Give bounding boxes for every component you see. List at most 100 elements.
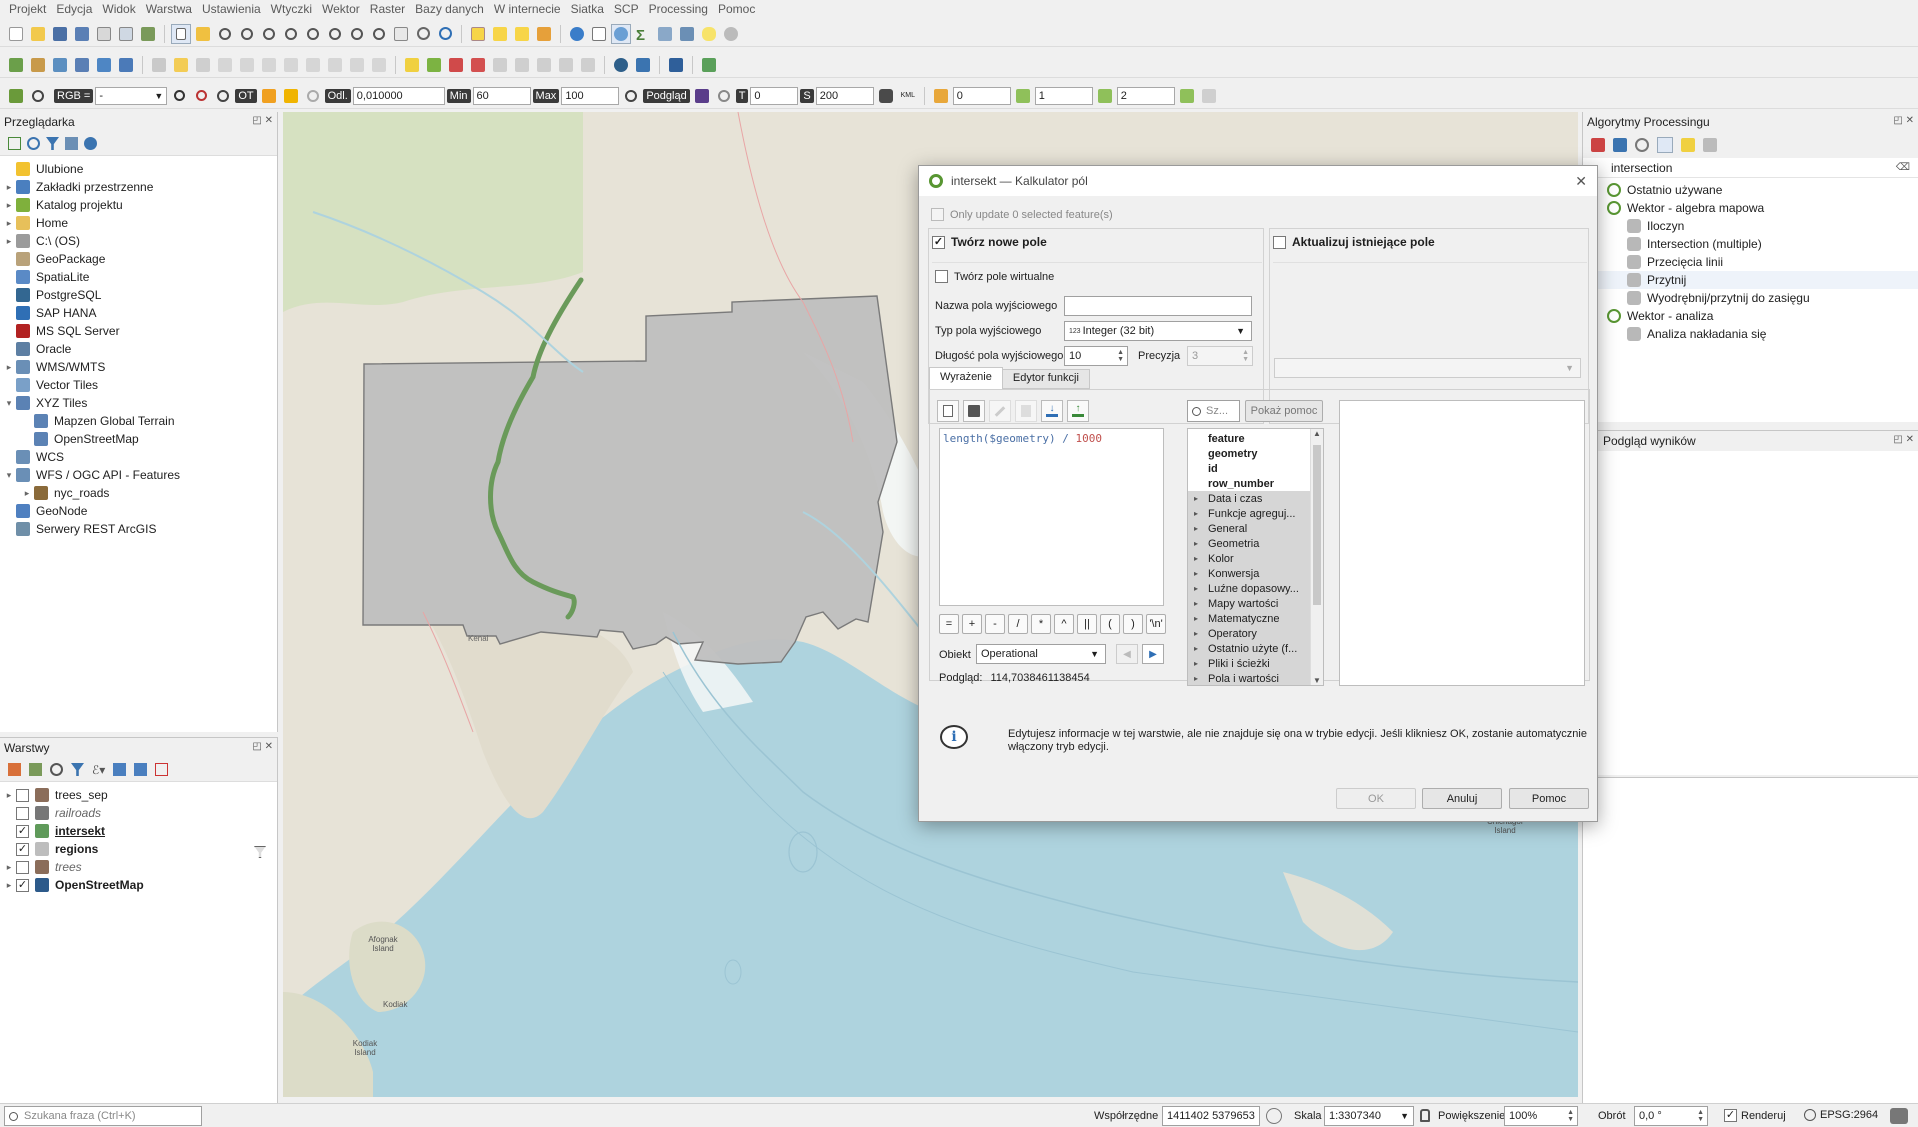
- export-icon[interactable]: ↑: [1067, 400, 1089, 422]
- roi-plus-icon[interactable]: [281, 86, 301, 106]
- kml-icon[interactable]: KML: [898, 86, 918, 106]
- menu-item[interactable]: Projekt: [4, 2, 51, 16]
- layer-item[interactable]: ▸ trees_sep: [0, 786, 277, 804]
- zoom-native-icon[interactable]: [325, 24, 345, 44]
- new-gpkg-layer-icon[interactable]: [28, 55, 48, 75]
- select-location-icon[interactable]: [534, 24, 554, 44]
- browser-item[interactable]: GeoPackage: [0, 250, 277, 268]
- menu-item[interactable]: Raster: [365, 2, 410, 16]
- georeferencer-icon[interactable]: [699, 55, 719, 75]
- function-group[interactable]: ▸ Data i czas: [1188, 491, 1323, 506]
- roi-2-icon[interactable]: [191, 86, 211, 106]
- layer-visibility-checkbox[interactable]: [16, 860, 29, 874]
- data-source-manager-icon[interactable]: [6, 55, 26, 75]
- add-group-icon[interactable]: [29, 763, 42, 776]
- layer-visibility-checkbox[interactable]: [16, 788, 29, 802]
- band-nav-3-icon[interactable]: [1177, 86, 1197, 106]
- processing-item[interactable]: Intersection (multiple): [1583, 235, 1918, 253]
- operator-button[interactable]: +: [962, 614, 982, 634]
- tab-functions[interactable]: Edytor funkcji: [1002, 369, 1090, 389]
- menu-item[interactable]: Wektor: [317, 2, 365, 16]
- expand-arrow-icon[interactable]: ▸: [2, 862, 16, 873]
- feature-select[interactable]: Operational ▼: [976, 644, 1106, 664]
- function-group[interactable]: ▸ Operatory: [1188, 626, 1323, 641]
- style-manager-icon[interactable]: [138, 24, 158, 44]
- function-item[interactable]: row_number: [1188, 476, 1323, 491]
- zoom-input-icon[interactable]: [28, 86, 48, 106]
- layer-item[interactable]: railroads: [0, 804, 277, 822]
- print-layout-icon[interactable]: [94, 24, 114, 44]
- history-icon[interactable]: [1635, 138, 1649, 152]
- band-input-1[interactable]: 0: [952, 86, 1011, 105]
- browser-item[interactable]: ▾ XYZ Tiles: [0, 394, 277, 412]
- identify-icon[interactable]: [567, 24, 587, 44]
- expand-arrow-icon[interactable]: ▸: [2, 218, 16, 229]
- layer-visibility-checkbox[interactable]: [16, 806, 29, 820]
- expand-arrow-icon[interactable]: ▸: [2, 362, 16, 373]
- close-panel-icon[interactable]: ◰ ✕: [1893, 434, 1914, 448]
- toggle-editing-icon[interactable]: [171, 55, 191, 75]
- add-raster-icon[interactable]: [94, 55, 114, 75]
- new-project-icon[interactable]: [6, 24, 26, 44]
- ot-label[interactable]: OT: [235, 88, 257, 103]
- browser-item[interactable]: SpatiaLite: [0, 268, 277, 286]
- diagram-icon[interactable]: [534, 55, 554, 75]
- select-value-icon[interactable]: [490, 24, 510, 44]
- preview-label[interactable]: Podgląd: [643, 88, 690, 103]
- filter-icon[interactable]: [71, 763, 84, 776]
- database-icon[interactable]: [876, 86, 896, 106]
- layout-manager-icon[interactable]: [116, 24, 136, 44]
- zoom-last-icon[interactable]: [347, 24, 367, 44]
- coord-toggle-icon[interactable]: [1266, 1108, 1282, 1124]
- processing-item[interactable]: Wektor - algebra mapowa: [1583, 199, 1918, 217]
- select-features-icon[interactable]: [468, 24, 488, 44]
- label-show-icon[interactable]: [446, 55, 466, 75]
- menu-item[interactable]: Ustawienia: [197, 2, 266, 16]
- info-icon[interactable]: [84, 137, 97, 150]
- zoom-selection-icon[interactable]: [281, 24, 301, 44]
- field-calculator-icon[interactable]: [611, 23, 631, 44]
- copy-icon[interactable]: [303, 55, 323, 75]
- pan-icon[interactable]: [171, 23, 191, 44]
- processing-search[interactable]: intersection ⌫: [1583, 158, 1918, 178]
- layer-item[interactable]: ▸ trees: [0, 858, 277, 876]
- layer-visibility-checkbox[interactable]: ✓: [16, 824, 29, 838]
- zoom-spinbox[interactable]: 100% ▲ ▼: [1504, 1106, 1578, 1126]
- roi-icon[interactable]: [169, 86, 189, 106]
- new-file-icon[interactable]: [937, 400, 959, 422]
- refresh-icon[interactable]: [435, 24, 455, 44]
- filter-icon[interactable]: [46, 137, 59, 150]
- redo-preview-icon[interactable]: [714, 86, 734, 106]
- save-as-icon[interactable]: [72, 24, 92, 44]
- function-group[interactable]: ▸ Konwersja: [1188, 566, 1323, 581]
- vertex-tool-icon[interactable]: [237, 55, 257, 75]
- grid-icon[interactable]: [1199, 86, 1219, 106]
- settings-icon[interactable]: [721, 24, 741, 44]
- statistics-icon[interactable]: Σ: [633, 24, 653, 44]
- function-group[interactable]: ▸ Pola i wartości: [1188, 671, 1323, 685]
- function-group[interactable]: ▸ Mapy wartości: [1188, 596, 1323, 611]
- browser-item[interactable]: GeoNode: [0, 502, 277, 520]
- band-set-icon[interactable]: [931, 86, 951, 106]
- function-item[interactable]: feature: [1188, 431, 1323, 446]
- band-nav-2-icon[interactable]: [1095, 86, 1115, 106]
- processing-item[interactable]: Przecięcia linii: [1583, 253, 1918, 271]
- menu-item[interactable]: W internecie: [489, 2, 566, 16]
- menu-item[interactable]: Pomoc: [713, 2, 760, 16]
- browser-item[interactable]: WCS: [0, 448, 277, 466]
- expand-arrow-icon[interactable]: ▸: [2, 880, 16, 891]
- cut-icon[interactable]: [281, 55, 301, 75]
- browser-item[interactable]: Oracle: [0, 340, 277, 358]
- function-item[interactable]: id: [1188, 461, 1323, 476]
- layer-visibility-checkbox[interactable]: ✓: [16, 842, 29, 856]
- import-icon[interactable]: ↓: [1041, 400, 1063, 422]
- menu-item[interactable]: Bazy danych: [410, 2, 489, 16]
- zoom-in-icon[interactable]: [215, 24, 235, 44]
- max-input[interactable]: 100: [561, 86, 620, 105]
- menu-item[interactable]: Warstwa: [141, 2, 197, 16]
- update-existing-checkbox[interactable]: [1273, 235, 1286, 249]
- processing-item[interactable]: Przytnij: [1583, 271, 1918, 289]
- python-icon[interactable]: [633, 55, 653, 75]
- function-group[interactable]: ▸ Geometria: [1188, 536, 1323, 551]
- annotation-icon[interactable]: [699, 24, 719, 44]
